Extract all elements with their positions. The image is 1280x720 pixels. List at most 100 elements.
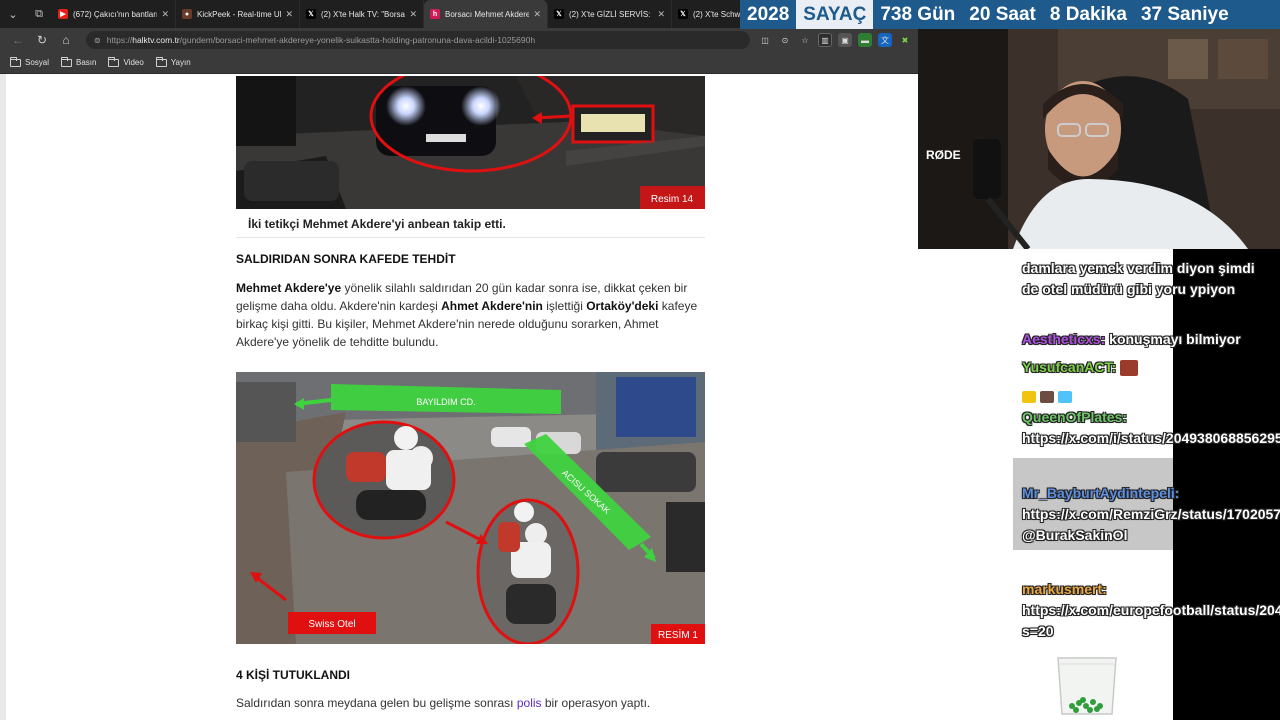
screenshot-extension-icon[interactable]: ▣	[838, 33, 852, 47]
gift-badge-icon	[1057, 391, 1072, 404]
streamer-webcam-image: RØDE	[918, 29, 1280, 249]
subscriber-badge-icon	[1039, 391, 1054, 404]
hotel-label: Swiss Otel	[308, 619, 355, 630]
image2-badge: RESİM 1	[658, 628, 698, 641]
chat-username[interactable]: QueenOfPlates:	[1022, 409, 1127, 425]
url-field[interactable]: ⊜ https://halktv.com.tr/gundem/borsaci-m…	[86, 31, 750, 49]
chat-username[interactable]: Mr_BayburtAydintepeli:	[1022, 485, 1179, 501]
tab-search-icon[interactable]: ⌄	[0, 0, 26, 28]
mic-brand-mark: RØDE	[926, 148, 961, 162]
close-tab-icon[interactable]: ✕	[409, 9, 417, 20]
tab-halktv-active[interactable]: h Borsacı Mehmet Akdere ✕	[424, 0, 548, 28]
bold-phrase: Ahmet Akdere'nin	[441, 299, 543, 313]
article-image-cctv-night[interactable]: Resim 14	[236, 76, 705, 209]
url-prefix: https://	[106, 35, 133, 45]
tab-youtube[interactable]: ▶ (672) Çakıcı'nın bantları ✕	[52, 0, 176, 28]
section-heading-tutuklandi: 4 KİŞİ TUTUKLANDI	[236, 668, 350, 682]
text-run: bir operasyon yaptı.	[541, 696, 651, 710]
tab-title: (2) X'te Halk TV: "Borsac	[321, 9, 406, 19]
extensions-area: ◫ ⊙ ☆ ▥ ▣ ▬ 文 ✖	[758, 33, 912, 47]
chat-message: QueenOfPlates: https://x.com/i/status/20…	[1022, 407, 1280, 449]
paragraph-operasyon: Saldırıdan sonra meydana gelen bu gelişm…	[236, 694, 706, 712]
chat-message: markusmert: https://x.com/europefootball…	[1022, 579, 1280, 642]
site-info-icon[interactable]: ⊜	[94, 36, 101, 45]
web-page: Resim 14 İki tetikçi Mehmet Akdere'yi an…	[0, 74, 918, 720]
chat-background-left	[918, 249, 1013, 720]
counter-hours: 20 Saat	[969, 3, 1036, 25]
halktv-icon: h	[430, 9, 440, 19]
chat-text: https://x.com/europefootball/status/2049…	[1022, 602, 1280, 639]
paragraph-kafede-tehdit: Mehmet Akdere'ye yönelik silahlı saldırı…	[236, 279, 706, 351]
chat-message: Mr_BayburtAydintepeli: https://x.com/Rem…	[1022, 483, 1280, 546]
counter-days: 738 Gün	[880, 3, 956, 25]
folder-icon	[10, 56, 21, 67]
chat-text: https://x.com/i/status/20493806885629503…	[1022, 430, 1280, 446]
bookmark-label: Video	[123, 58, 144, 67]
youtube-icon: ▶	[58, 9, 68, 19]
bookmark-folder-yayin[interactable]: Yayın	[155, 56, 191, 67]
image-caption: İki tetikçi Mehmet Akdere'yi anbean taki…	[236, 211, 705, 238]
address-bar-row: ← ↻ ⌂ ⊜ https://halktv.com.tr/gundem/bor…	[0, 28, 918, 52]
bookmark-folder-video[interactable]: Video	[108, 56, 144, 67]
tab-title: KickPeek - Real-time Ult	[197, 9, 282, 19]
tab-title: (2) X'te GİZLİ SERVİS: "B	[569, 9, 654, 19]
screen: ⌄ ⧉ ▶ (672) Çakıcı'nın bantları ✕ ● Kick…	[0, 0, 1280, 720]
webcam-feed: RØDE	[918, 29, 1280, 249]
tab-x-gizli[interactable]: 𝕏 (2) X'te GİZLİ SERVİS: "B ✕	[548, 0, 672, 28]
sidebar-icon[interactable]: ▥	[818, 33, 832, 47]
page-scroll-edge	[0, 74, 6, 720]
tab-x-halktv[interactable]: 𝕏 (2) X'te Halk TV: "Borsac ✕	[300, 0, 424, 28]
bookmark-label: Sosyal	[25, 58, 50, 67]
article-image-cctv-motorcycle[interactable]: BAYILDIM CD. ACISU SOKAK Swiss Otel RESİ…	[236, 372, 705, 644]
emote-icon	[1120, 360, 1139, 377]
green-extension-icon[interactable]: ▬	[858, 33, 872, 47]
url-host: halktv.com.tr	[132, 35, 180, 45]
home-icon[interactable]: ⌂	[54, 30, 78, 50]
tab-kickpeek[interactable]: ● KickPeek - Real-time Ult ✕	[176, 0, 300, 28]
text-run: işlettiği	[542, 299, 587, 313]
x-logo-icon: 𝕏	[306, 9, 316, 19]
reload-icon[interactable]: ↻	[30, 30, 54, 50]
x-logo-icon: 𝕏	[554, 9, 564, 19]
bookmark-star-icon[interactable]: ☆	[798, 33, 812, 47]
folder-icon	[108, 56, 120, 67]
bold-phrase: Ortaköy'deki	[586, 299, 659, 313]
street-label-bayildim: BAYILDIM CD.	[416, 397, 475, 407]
cctv-night-scene: Resim 14	[236, 76, 705, 209]
chat-text: https://x.com/RemziGrz/status/1702057378…	[1022, 506, 1280, 543]
folder-icon	[155, 56, 167, 67]
chat-message: damlara yemek verdim diyon şimdi de otel…	[1022, 258, 1274, 300]
close-tab-icon[interactable]: ✕	[533, 9, 541, 20]
chat-username[interactable]: YusufcanACT:	[1022, 359, 1116, 375]
tab-groups-icon[interactable]: ⧉	[26, 0, 52, 28]
chat-text: konuşmayı bilmiyor	[1105, 331, 1241, 347]
bookmark-label: Basın	[76, 58, 97, 67]
extensions-icon[interactable]: ⊙	[778, 33, 792, 47]
puzzle-extension-icon[interactable]: ✖	[898, 33, 912, 47]
back-arrow-icon[interactable]: ←	[6, 30, 30, 50]
countdown-banner: 2028 SAYAÇ 738 Gün 20 Saat 8 Dakika 37 S…	[740, 0, 1280, 29]
chat-badges	[1022, 386, 1274, 407]
chat-username[interactable]: markusmert:	[1022, 581, 1107, 597]
close-tab-icon[interactable]: ✕	[285, 9, 293, 20]
close-tab-icon[interactable]: ✕	[657, 9, 665, 20]
counter-label: SAYAÇ	[796, 0, 874, 29]
bookmark-folder-basin[interactable]: Basın	[61, 56, 97, 67]
image1-badge: Resim 14	[651, 194, 694, 205]
counter-year: 2028	[747, 3, 790, 25]
bookmark-label: Yayın	[170, 58, 191, 67]
bookmark-folder-sosyal[interactable]: Sosyal	[10, 56, 50, 67]
crown-badge-icon	[1022, 391, 1036, 404]
kickpeek-icon: ●	[182, 9, 192, 19]
polis-tag-link[interactable]: polis	[517, 696, 542, 710]
text-run: Saldırıdan sonra meydana gelen bu gelişm…	[236, 696, 517, 710]
tab-title: (672) Çakıcı'nın bantları	[73, 9, 158, 19]
counter-seconds: 37 Saniye	[1140, 3, 1229, 25]
url-path: /gundem/borsaci-mehmet-akdereye-yonelik-…	[179, 35, 536, 45]
chat-username[interactable]: Aestheticxs:	[1022, 331, 1105, 347]
close-tab-icon[interactable]: ✕	[161, 9, 169, 20]
split-view-icon[interactable]: ◫	[758, 33, 772, 47]
cctv-day-scene: BAYILDIM CD. ACISU SOKAK Swiss Otel RESİ…	[236, 372, 705, 644]
translate-extension-icon[interactable]: 文	[878, 33, 892, 47]
folder-icon	[61, 56, 73, 67]
